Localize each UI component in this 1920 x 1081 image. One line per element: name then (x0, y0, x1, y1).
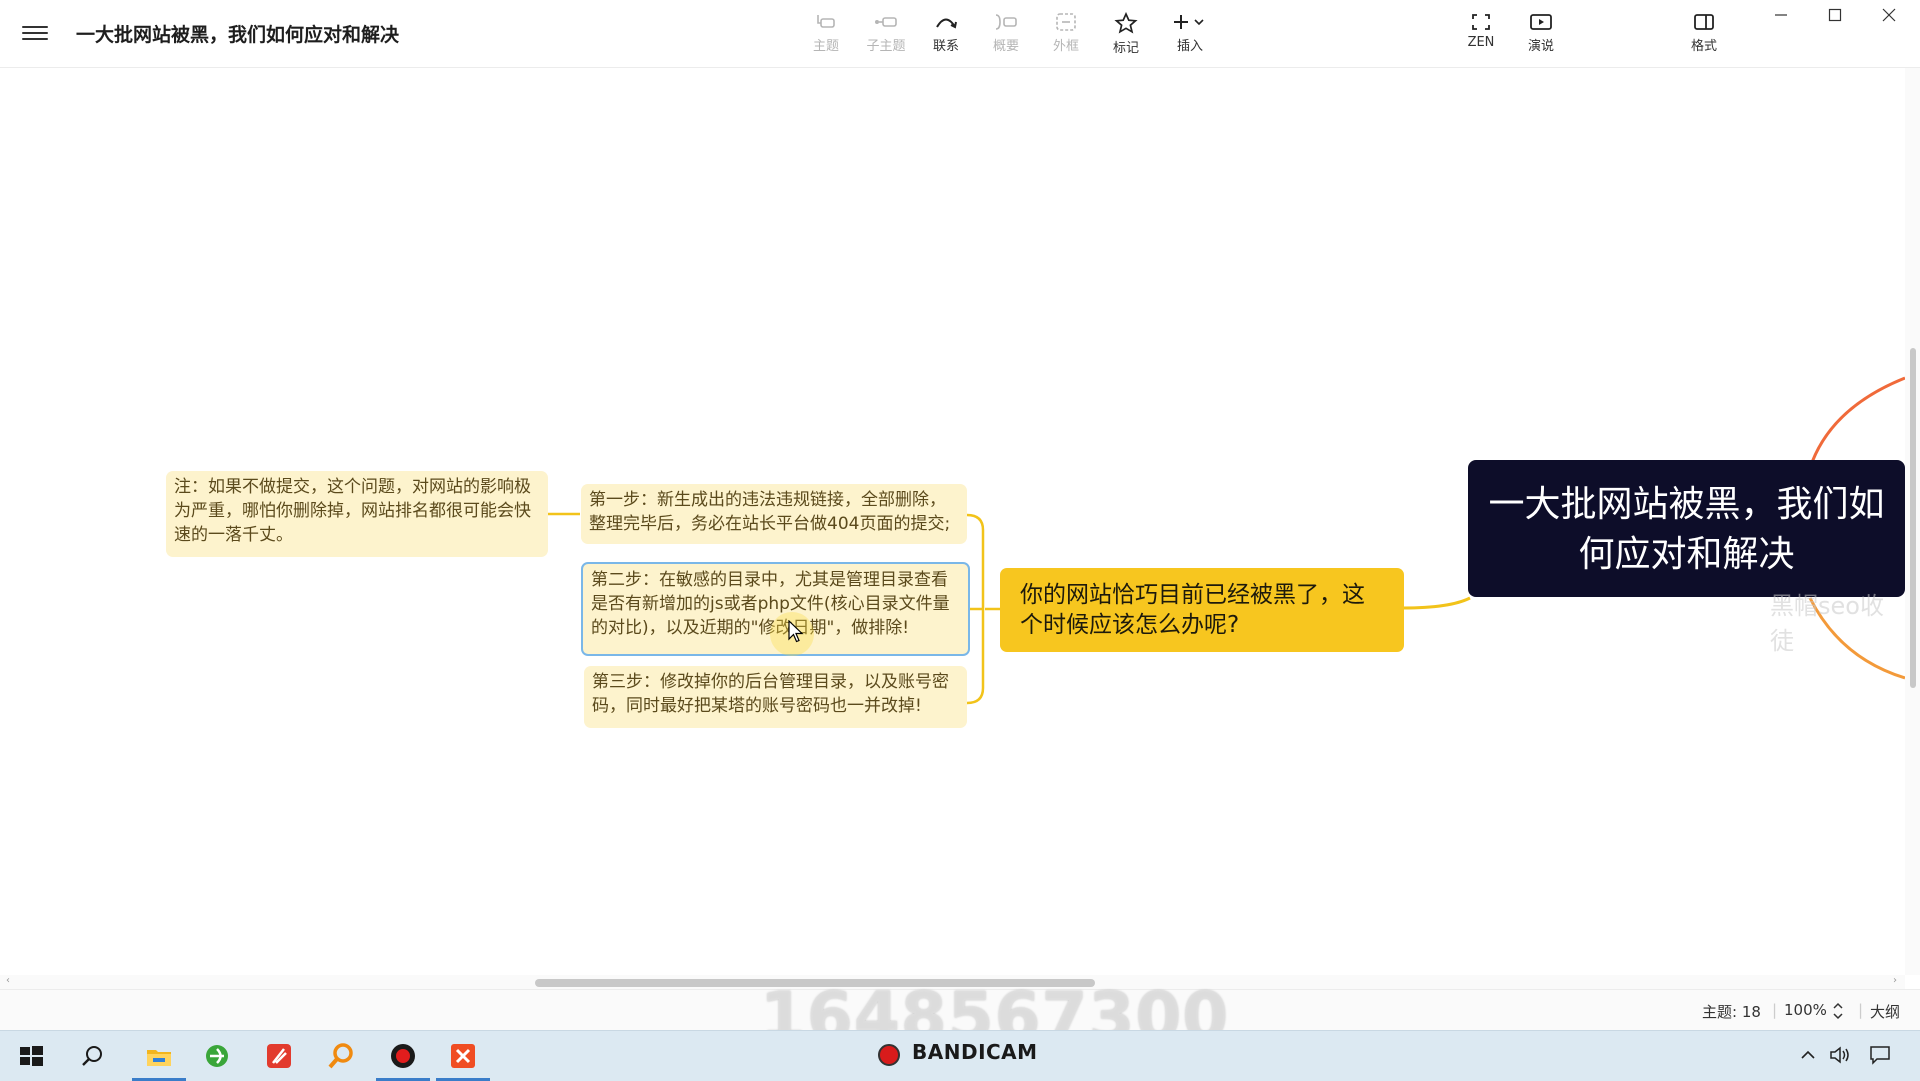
topic-icon (817, 15, 835, 28)
central-topic-text: 一大批网站被黑，我们如何应对和解决 (1488, 484, 1885, 575)
step-3-text: 第三步：修改掉你的后台管理目录，以及账号密码，同时最好把某塔的账号密码也一并改掉… (592, 672, 949, 716)
taskbar-recorder[interactable] (372, 1031, 434, 1081)
start-icon (20, 1046, 43, 1066)
document-title: 一大批网站被黑，我们如何应对和解决 (76, 24, 400, 46)
app-red-icon (267, 1044, 291, 1068)
mouse-pointer-icon (788, 620, 804, 643)
main-branch-topic[interactable]: 你的网站恰巧目前已经被黑了，这个时候应该怎么办呢? (1000, 568, 1404, 652)
recorder-watermark: BANDICAM (912, 1040, 1038, 1064)
tray-chevron-up-icon[interactable] (1800, 1048, 1816, 1062)
toolbar-zen-button[interactable]: ZEN (1451, 10, 1511, 60)
note-topic[interactable]: 注：如果不做提交，这个问题，对网站的影响极为严重，哪怕你删除掉，网站排名都很可能… (166, 471, 548, 557)
xmind-icon (451, 1044, 475, 1068)
relationship-icon (936, 18, 957, 29)
taskbar-app-red[interactable] (248, 1031, 310, 1081)
fullscreen-icon (1472, 14, 1490, 30)
close-icon[interactable] (1862, 0, 1916, 30)
toolbar-pitch-label: 演说 (1527, 39, 1554, 54)
outline-button[interactable]: 大纲 (1870, 1001, 1900, 1022)
subtopic-icon (875, 17, 897, 27)
play-icon (1530, 14, 1552, 30)
vertical-scrollbar[interactable] (1905, 68, 1920, 975)
main-branch-text: 你的网站恰巧目前已经被黑了，这个时候应该怎么办呢? (1020, 582, 1365, 638)
toolbar-boundary-button[interactable]: 外框 (1036, 10, 1096, 60)
search-icon (82, 1046, 102, 1066)
volume-icon[interactable] (1828, 1044, 1852, 1066)
title-toolbar: 一大批网站被黑，我们如何应对和解决 主题 子主题 联系 概要 外框 标记 插入 … (0, 0, 1920, 68)
toolbar-subtopic-button[interactable]: 子主题 (856, 10, 916, 60)
topic-count: 主题: 18 (1702, 1003, 1761, 1021)
toolbar-marker-label: 标记 (1112, 41, 1139, 56)
toolbar-insert-label: 插入 (1176, 39, 1203, 54)
mindmap-canvas[interactable]: 注：如果不做提交，这个问题，对网站的影响极为严重，哪怕你删除掉，网站排名都很可能… (0, 68, 1905, 975)
file-explorer-icon (147, 1050, 171, 1066)
status-divider: | (1772, 1001, 1778, 1019)
plus-icon (1174, 15, 1204, 29)
toolbar-insert-button[interactable]: 插入 (1160, 10, 1220, 60)
boundary-icon (1056, 13, 1076, 31)
minimize-icon[interactable] (1754, 0, 1808, 30)
taskbar-xmind[interactable] (432, 1031, 494, 1081)
toolbar-zen-label: ZEN (1467, 35, 1495, 50)
hamburger-menu-icon[interactable] (22, 22, 48, 44)
toolbar-relationship-button[interactable]: 联系 (916, 10, 976, 60)
toolbar-summary-button[interactable]: 概要 (976, 10, 1036, 60)
step-1-topic[interactable]: 第一步：新生成出的违法违规链接，全部删除，整理完毕后，务必在站长平台做404页面… (581, 484, 967, 544)
browser-icon (206, 1045, 228, 1067)
taskbar-file-explorer[interactable] (128, 1031, 190, 1081)
toolbar-format-button[interactable]: 格式 (1674, 10, 1734, 60)
toolbar-boundary-label: 外框 (1052, 39, 1079, 54)
zoom-level[interactable]: 100% (1784, 1001, 1827, 1019)
taskbar-browser[interactable] (186, 1031, 248, 1081)
toolbar-topic-label: 主题 (812, 39, 839, 54)
start-button[interactable] (0, 1031, 62, 1081)
scroll-left-arrow-icon[interactable]: ‹ (6, 975, 10, 986)
watermark: 黑帽seo收徒 (1770, 592, 1884, 655)
status-divider-2: | (1858, 1001, 1864, 1019)
magnifier-icon (328, 1043, 353, 1069)
record-icon (391, 1044, 415, 1068)
toolbar-marker-button[interactable]: 标记 (1096, 10, 1156, 60)
summary-icon (995, 14, 1017, 30)
note-topic-text: 注：如果不做提交，这个问题，对网站的影响极为严重，哪怕你删除掉，网站排名都很可能… (174, 477, 531, 545)
step-3-topic[interactable]: 第三步：修改掉你的后台管理目录，以及账号密码，同时最好把某塔的账号密码也一并改掉… (584, 666, 967, 728)
toolbar-subtopic-label: 子主题 (866, 39, 906, 54)
scroll-right-arrow-icon[interactable]: › (1893, 975, 1897, 986)
maximize-icon[interactable] (1808, 0, 1862, 30)
toolbar-relationship-label: 联系 (932, 39, 959, 54)
zoom-stepper-icon[interactable] (1831, 1000, 1845, 1022)
panel-icon (1694, 14, 1714, 30)
central-topic[interactable]: 一大批网站被黑，我们如何应对和解决 (1468, 460, 1905, 597)
taskbar-magnifier-app[interactable] (310, 1031, 372, 1081)
toolbar-summary-label: 概要 (992, 39, 1019, 54)
toolbar-format-label: 格式 (1690, 39, 1717, 54)
taskbar-search-button[interactable] (62, 1031, 124, 1081)
step-1-text: 第一步：新生成出的违法违规链接，全部删除，整理完毕后，务必在站长平台做404页面… (589, 490, 951, 534)
toolbar-topic-button[interactable]: 主题 (796, 10, 856, 60)
notification-icon[interactable] (1868, 1044, 1892, 1066)
vertical-scroll-thumb[interactable] (1910, 348, 1916, 688)
star-icon (1114, 12, 1138, 34)
toolbar-pitch-button[interactable]: 演说 (1511, 10, 1571, 60)
